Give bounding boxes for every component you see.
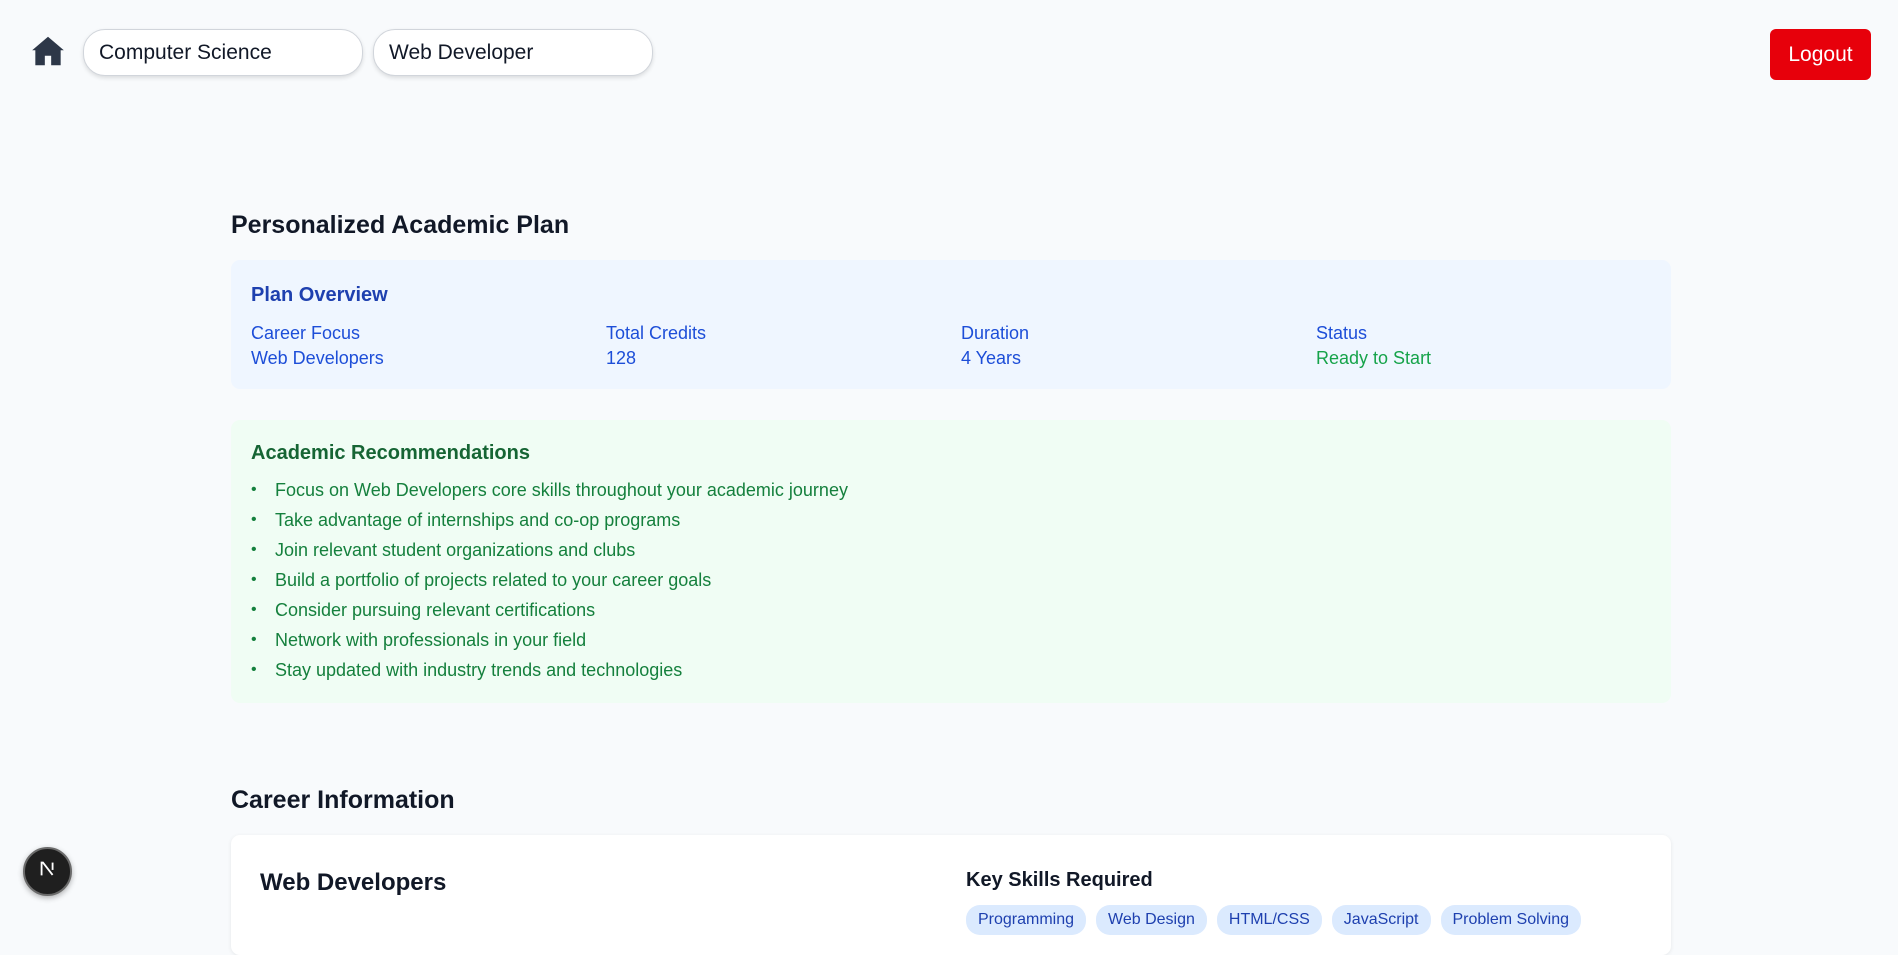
nextjs-dev-tools-button[interactable] — [23, 847, 72, 896]
home-icon[interactable] — [29, 32, 69, 72]
overview-label: Status — [1316, 323, 1368, 343]
list-item: Focus on Web Developers core skills thro… — [251, 475, 1651, 505]
list-item: Stay updated with industry trends and te… — [251, 655, 1651, 685]
skill-chip: Programming — [966, 905, 1087, 935]
career-info-card: Web Developers Key Skills Required Progr… — [231, 835, 1671, 955]
skill-chip: JavaScript — [1331, 905, 1431, 935]
list-item: Take advantage of internships and co-op … — [251, 505, 1651, 535]
list-item: Build a portfolio of projects related to… — [251, 565, 1651, 595]
recommendations-list: Focus on Web Developers core skills thro… — [251, 475, 1651, 685]
list-item: Consider pursuing relevant certification… — [251, 595, 1651, 625]
skills-heading: Key Skills Required — [966, 869, 1153, 891]
list-item: Join relevant student organizations and … — [251, 535, 1651, 565]
career-name: Web Developers — [260, 869, 447, 896]
status-badge: Ready to Start — [1316, 348, 1432, 368]
skill-chip: Problem Solving — [1440, 905, 1581, 935]
logout-button[interactable]: Logout — [1770, 29, 1871, 80]
top-bar: Logout — [0, 0, 1898, 100]
page-title: Personalized Academic Plan — [231, 211, 570, 239]
overview-label: Duration — [961, 323, 1030, 343]
plan-overview-grid: Career Focus Web Developers Total Credit… — [251, 321, 1651, 371]
career-info-title: Career Information — [231, 786, 455, 814]
overview-item-status: Status Ready to Start — [1316, 321, 1671, 371]
list-item: Network with professionals in your field — [251, 625, 1651, 655]
plan-overview-card: Plan Overview Career Focus Web Developer… — [231, 260, 1671, 389]
skill-chip: Web Design — [1096, 905, 1207, 935]
recommendations-heading: Academic Recommendations — [251, 442, 530, 464]
field-of-study-input[interactable] — [83, 29, 363, 76]
career-input[interactable] — [373, 29, 653, 76]
overview-item-duration: Duration 4 Years — [961, 321, 1316, 371]
plan-overview-heading: Plan Overview — [251, 284, 388, 306]
overview-item-total-credits: Total Credits 128 — [606, 321, 961, 371]
overview-label: Career Focus — [251, 323, 361, 343]
skill-chip: HTML/CSS — [1216, 905, 1322, 935]
nextjs-logo-icon — [37, 858, 59, 885]
overview-value: 128 — [606, 348, 637, 368]
skills-list: Programming Web Design HTML/CSS JavaScri… — [966, 905, 1581, 935]
overview-label: Total Credits — [606, 323, 707, 343]
recommendations-card: Academic Recommendations Focus on Web De… — [231, 420, 1671, 703]
overview-value: Web Developers — [251, 348, 384, 368]
overview-item-career-focus: Career Focus Web Developers — [251, 321, 606, 371]
overview-value: 4 Years — [961, 348, 1022, 368]
